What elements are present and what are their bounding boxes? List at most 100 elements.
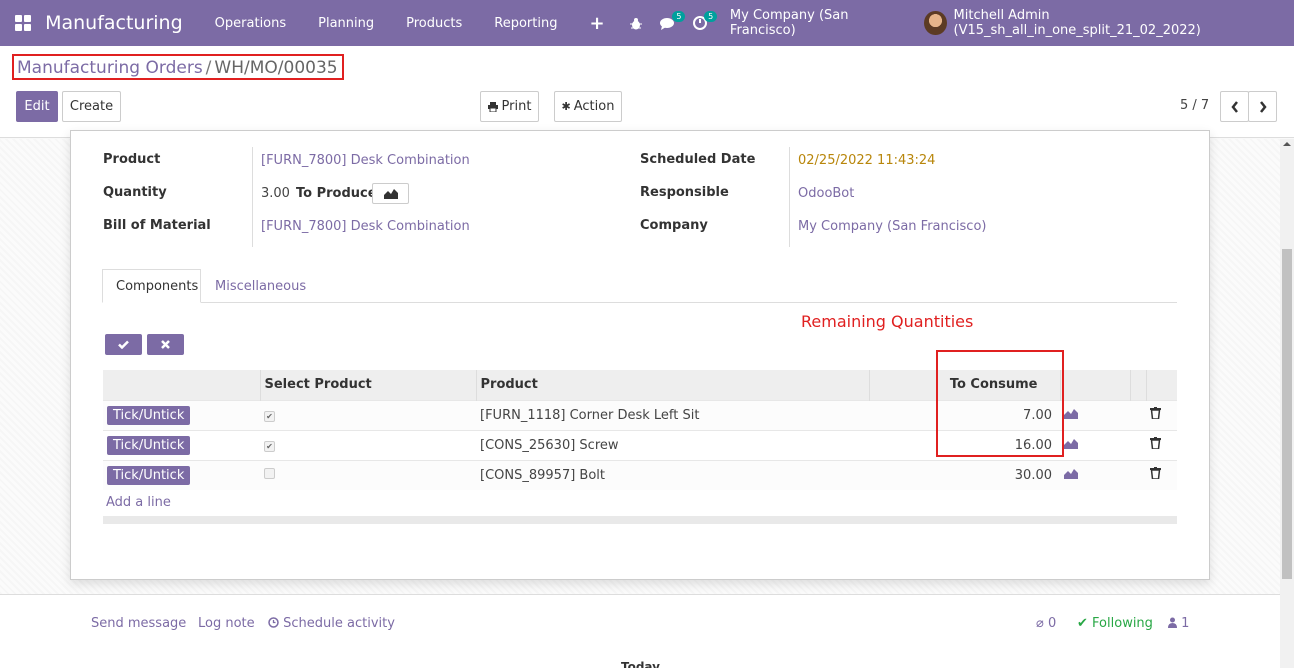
scroll-up-icon[interactable]: [1280, 139, 1294, 149]
user-menu[interactable]: Mitchell Admin (V15_sh_all_in_one_split_…: [924, 8, 1294, 38]
tick-untick-button[interactable]: Tick/Untick: [107, 435, 191, 455]
tab-miscellaneous[interactable]: Miscellaneous: [202, 269, 319, 303]
attachments-button[interactable]: ⌀ 0: [1036, 616, 1056, 631]
trash-icon[interactable]: [1150, 407, 1161, 420]
chevron-right-icon: [1259, 100, 1267, 113]
pager-next-button[interactable]: [1248, 91, 1277, 122]
clock-icon: [268, 617, 279, 628]
area-chart-icon[interactable]: [1064, 438, 1078, 449]
to-produce-label: To Produce: [296, 186, 377, 201]
scroll-thumb[interactable]: [1282, 249, 1292, 579]
edit-button[interactable]: Edit: [16, 91, 58, 122]
scheduled-date-field[interactable]: 02/25/2022 11:43:24: [798, 153, 935, 168]
responsible-label: Responsible: [640, 185, 729, 200]
schedule-activity-button[interactable]: Schedule activity: [268, 616, 395, 631]
print-button[interactable]: Print: [480, 91, 539, 122]
chevron-left-icon: [1230, 100, 1238, 113]
scheduled-date-label: Scheduled Date: [640, 152, 756, 167]
create-button[interactable]: Create: [62, 91, 121, 122]
area-chart-icon[interactable]: [1064, 408, 1078, 419]
menu-operations[interactable]: Operations: [199, 0, 302, 46]
column-product[interactable]: Product: [475, 370, 869, 400]
row-product[interactable]: [CONS_89957] Bolt: [476, 459, 869, 490]
user-name: Mitchell Admin (V15_sh_all_in_one_split_…: [953, 8, 1201, 38]
field-separator: [789, 147, 790, 247]
company-switcher[interactable]: My Company (San Francisco): [716, 8, 924, 38]
check-icon: [118, 340, 129, 349]
close-icon: [161, 340, 170, 349]
attachments-count: 0: [1047, 616, 1057, 631]
pager-value[interactable]: 5 / 7: [1180, 98, 1209, 113]
following-label: Following: [1092, 616, 1153, 631]
product-label: Product: [103, 152, 161, 167]
plus-icon[interactable]: +: [573, 0, 620, 46]
top-navbar: Manufacturing Operations Planning Produc…: [0, 0, 1294, 46]
chat-icon[interactable]: 5: [652, 0, 686, 46]
followers-button[interactable]: 1: [1168, 616, 1189, 631]
activity-badge: 5: [704, 11, 718, 22]
tick-untick-button[interactable]: Tick/Untick: [107, 405, 191, 425]
print-label: Print: [501, 99, 532, 114]
table-row[interactable]: Tick/Untick [CONS_89957] Bolt 30.00: [103, 459, 1177, 490]
avatar: [924, 11, 947, 35]
table-footer: [103, 516, 1177, 524]
bom-label: Bill of Material: [103, 218, 211, 233]
row-to-consume[interactable]: 30.00: [869, 459, 1060, 490]
tab-components[interactable]: Components: [102, 269, 201, 303]
schedule-activity-label: Schedule activity: [283, 616, 395, 631]
menu-reporting[interactable]: Reporting: [478, 0, 573, 46]
activity-clock-icon[interactable]: 5: [684, 0, 718, 46]
menu-products[interactable]: Products: [390, 0, 478, 46]
unselect-all-button[interactable]: [147, 334, 184, 355]
breadcrumb: Manufacturing Orders / WH/MO/00035: [12, 54, 344, 80]
breadcrumb-separator: /: [205, 58, 212, 78]
to-consume-highlight: [936, 350, 1064, 457]
bom-field[interactable]: [FURN_7800] Desk Combination: [261, 219, 470, 234]
forecast-button[interactable]: [372, 183, 409, 204]
following-button[interactable]: ✔ Following: [1077, 616, 1153, 631]
apps-menu-icon[interactable]: [0, 0, 45, 46]
row-product[interactable]: [FURN_1118] Corner Desk Left Sit: [476, 399, 869, 430]
bug-icon[interactable]: [621, 0, 653, 46]
field-separator: [252, 147, 253, 247]
today-separator: Today: [621, 660, 660, 668]
area-chart-icon: [383, 189, 398, 199]
notebook-tabs: Components Miscellaneous: [102, 269, 1177, 303]
trash-icon[interactable]: [1150, 437, 1161, 450]
product-field[interactable]: [FURN_7800] Desk Combination: [261, 153, 470, 168]
select-product-checkbox[interactable]: [264, 467, 275, 479]
select-product-checkbox[interactable]: ✔: [264, 410, 275, 422]
send-message-button[interactable]: Send message: [91, 616, 186, 631]
gear-icon: ✱: [561, 100, 571, 113]
menu-planning[interactable]: Planning: [302, 0, 390, 46]
control-panel: Manufacturing Orders / WH/MO/00035 Edit Cr…: [0, 46, 1294, 138]
check-icon: ✔: [1077, 616, 1088, 631]
action-label: Action: [573, 99, 615, 114]
followers-count: 1: [1181, 616, 1190, 631]
breadcrumb-parent[interactable]: Manufacturing Orders: [17, 58, 203, 78]
select-product-checkbox[interactable]: ✔: [264, 440, 275, 452]
breadcrumb-current: WH/MO/00035: [214, 58, 338, 78]
row-product[interactable]: [CONS_25630] Screw: [476, 429, 869, 460]
annotation-label: Remaining Quantities: [801, 312, 974, 331]
user-icon: [1168, 617, 1177, 628]
quantity-field[interactable]: 3.00: [261, 186, 290, 201]
company-label: Company: [640, 218, 708, 233]
app-title[interactable]: Manufacturing: [45, 12, 183, 34]
scrollbar[interactable]: [1280, 139, 1294, 668]
tick-untick-button[interactable]: Tick/Untick: [107, 465, 191, 485]
select-all-button[interactable]: [105, 334, 142, 355]
area-chart-icon[interactable]: [1064, 468, 1078, 479]
chatter: Send message Log note Schedule activity …: [0, 594, 1280, 668]
log-note-button[interactable]: Log note: [198, 616, 255, 631]
quantity-label: Quantity: [103, 185, 167, 200]
responsible-field[interactable]: OdooBot: [798, 186, 854, 201]
column-select-product[interactable]: Select Product: [259, 370, 476, 400]
company-field[interactable]: My Company (San Francisco): [798, 219, 986, 234]
print-icon: [487, 101, 498, 112]
add-line-link[interactable]: Add a line: [106, 495, 171, 510]
pager-previous-button[interactable]: [1220, 91, 1249, 122]
action-button[interactable]: ✱ Action: [554, 91, 622, 122]
trash-icon[interactable]: [1150, 467, 1161, 480]
paperclip-icon: ⌀: [1036, 616, 1044, 631]
